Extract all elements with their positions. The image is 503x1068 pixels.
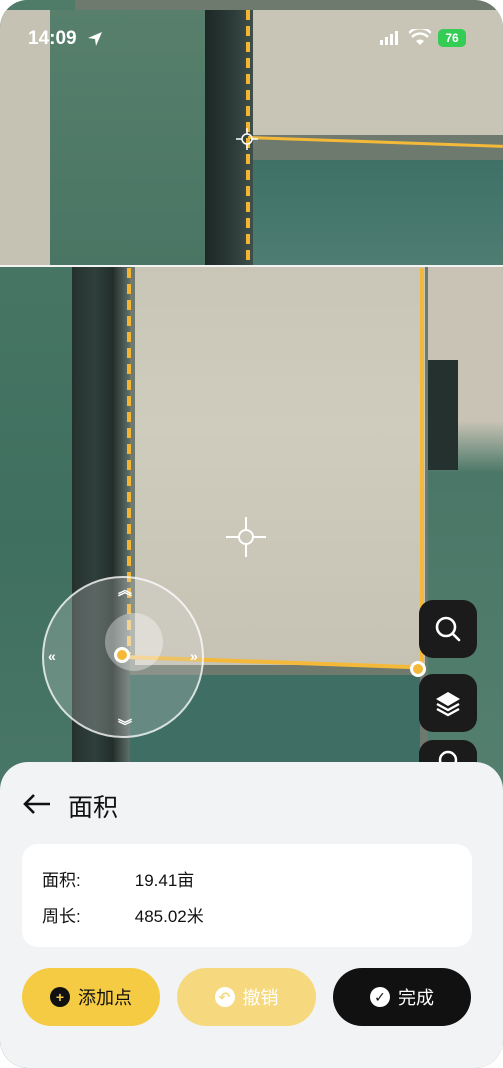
- add-point-button[interactable]: + 添加点: [22, 968, 160, 1026]
- area-label: 面积:: [42, 871, 81, 890]
- undo-icon: ↶: [214, 987, 235, 1007]
- sheet-title: 面积: [68, 794, 119, 822]
- inset-divider: [0, 265, 503, 267]
- status-bar: 14:09 76: [0, 0, 503, 60]
- boundary-line: [247, 136, 503, 148]
- done-button[interactable]: ✓ 完成: [333, 968, 471, 1026]
- search-button[interactable]: [419, 600, 477, 658]
- boundary-point[interactable]: [410, 661, 426, 677]
- done-label: 完成: [398, 988, 434, 1008]
- chevron-left-icon[interactable]: «: [48, 648, 56, 664]
- location-arrow-icon: [88, 32, 102, 46]
- undo-label: 撤销: [242, 988, 279, 1008]
- status-time: 14:09: [28, 28, 77, 49]
- chevron-right-icon[interactable]: »: [190, 648, 198, 664]
- layers-icon: [436, 692, 460, 717]
- crosshair-icon: [226, 517, 266, 557]
- back-arrow-icon[interactable]: [22, 792, 52, 816]
- map-terrain: [250, 160, 503, 265]
- chevron-down-icon[interactable]: ︾: [118, 716, 132, 736]
- perimeter-row: 周长: 485.02米: [42, 902, 204, 927]
- chevron-up-icon[interactable]: ︽: [118, 580, 132, 600]
- wifi-icon: [409, 29, 431, 45]
- search-icon: [435, 616, 461, 642]
- bottom-sheet: 面积 面积: 19.41亩 周长: 485.02米 + 添加点 ↶ 撤销 ✓ 完…: [0, 762, 503, 1068]
- add-point-label: 添加点: [78, 988, 132, 1008]
- perimeter-label: 周长:: [42, 907, 81, 926]
- check-circle-icon: ✓: [370, 987, 390, 1007]
- map-terrain: [428, 360, 458, 470]
- joystick-knob[interactable]: [105, 613, 163, 671]
- undo-button[interactable]: ↶ 撤销: [177, 968, 316, 1026]
- phone-screen: ︽ ︾ « » 14:09 76 面积 面积: 19.41亩 周长: 485.0…: [0, 0, 503, 1068]
- perimeter-value: 485.02米: [134, 907, 204, 926]
- area-value: 19.41亩: [134, 871, 195, 890]
- layers-button[interactable]: [419, 674, 477, 732]
- battery-indicator: 76: [438, 29, 466, 47]
- area-row: 面积: 19.41亩: [42, 866, 194, 891]
- plus-circle-icon: +: [50, 987, 70, 1007]
- measurement-card: 面积: 19.41亩 周长: 485.02米: [22, 844, 472, 947]
- signal-icon: [380, 31, 398, 45]
- boundary-point[interactable]: [114, 647, 130, 663]
- crosshair-small-icon: [236, 128, 258, 150]
